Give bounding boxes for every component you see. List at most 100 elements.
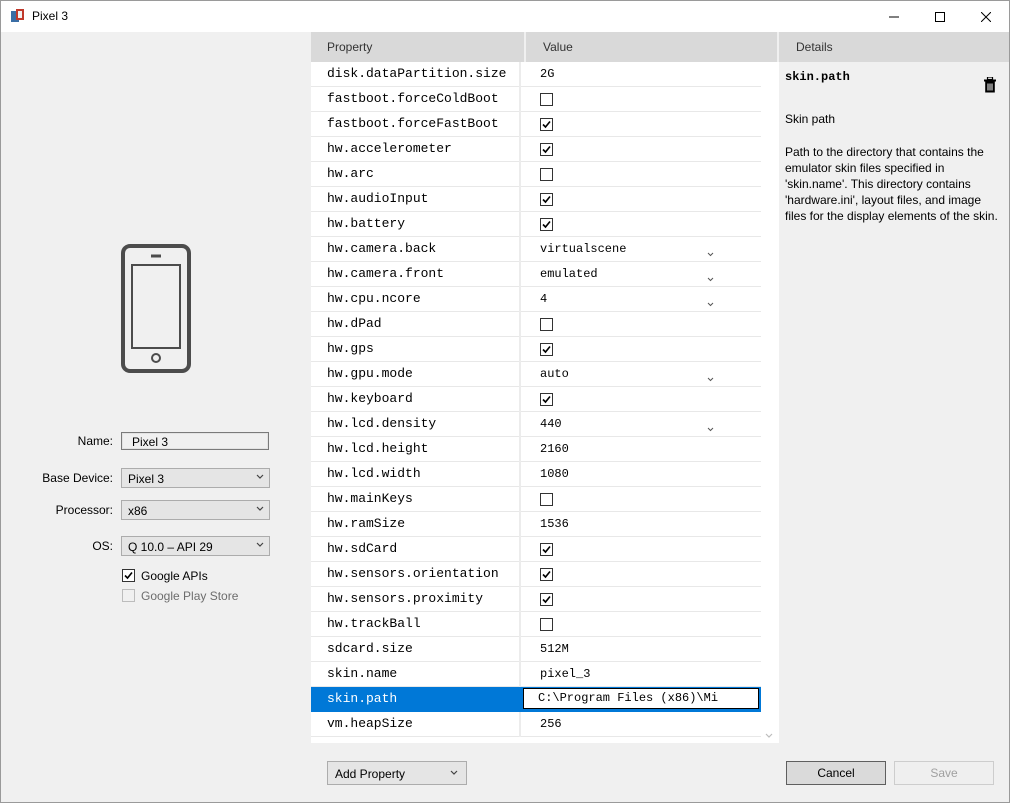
- property-name: hw.ramSize: [327, 516, 406, 531]
- property-value-select[interactable]: 4: [540, 287, 547, 311]
- processor-label: Processor:: [55, 503, 113, 517]
- app-icon: [11, 9, 25, 23]
- google-apis-checkbox[interactable]: [122, 569, 135, 582]
- name-label: Name:: [77, 434, 113, 448]
- property-value[interactable]: 512M: [540, 637, 569, 661]
- checkmark-icon: [542, 395, 551, 404]
- add-property-label: Add Property: [335, 767, 406, 781]
- property-checkbox[interactable]: [540, 93, 553, 106]
- chevron-down-icon[interactable]: [707, 371, 714, 385]
- property-row[interactable]: hw.battery: [311, 212, 761, 237]
- property-row[interactable]: vm.heapSize 256: [311, 712, 761, 737]
- close-button[interactable]: [963, 1, 1009, 32]
- property-checkbox[interactable]: [540, 618, 553, 631]
- property-checkbox[interactable]: [540, 168, 553, 181]
- property-grid: Property Value disk.dataPartition.size 2G…: [311, 32, 779, 743]
- scroll-down-icon[interactable]: [765, 733, 773, 739]
- property-value[interactable]: 2160: [540, 437, 569, 461]
- property-row[interactable]: hw.keyboard: [311, 387, 761, 412]
- details-header: Details: [779, 32, 1009, 62]
- property-row[interactable]: skin.name pixel_3: [311, 662, 761, 687]
- os-select[interactable]: Q 10.0 – API 29: [121, 536, 270, 556]
- maximize-button[interactable]: [917, 1, 963, 32]
- property-checkbox[interactable]: [540, 118, 553, 131]
- property-value-select[interactable]: virtualscene: [540, 237, 626, 261]
- property-value[interactable]: pixel_3: [540, 662, 590, 686]
- property-value[interactable]: 256: [540, 712, 562, 736]
- property-row[interactable]: skin.path C:\Program Files (x86)\Mi: [311, 687, 761, 712]
- property-name: hw.mainKeys: [327, 491, 413, 506]
- cell-divider: [519, 662, 521, 687]
- chevron-down-icon: [256, 542, 264, 547]
- column-header-property[interactable]: Property: [327, 32, 372, 62]
- grid-scrollbar[interactable]: [761, 62, 779, 743]
- cell-divider: [519, 187, 521, 212]
- property-row[interactable]: hw.sensors.orientation: [311, 562, 761, 587]
- property-name: hw.accelerometer: [327, 141, 452, 156]
- property-name: hw.camera.front: [327, 266, 445, 281]
- property-row[interactable]: hw.mainKeys: [311, 487, 761, 512]
- device-properties-window: Pixel 3 Name: Pixel 3 Base Device: Pixel…: [0, 0, 1010, 803]
- property-checkbox[interactable]: [540, 343, 553, 356]
- property-row[interactable]: hw.trackBall: [311, 612, 761, 637]
- property-row[interactable]: hw.accelerometer: [311, 137, 761, 162]
- name-field[interactable]: Pixel 3: [121, 432, 269, 450]
- base-device-select[interactable]: Pixel 3: [121, 468, 270, 488]
- property-row[interactable]: hw.gps: [311, 337, 761, 362]
- property-checkbox[interactable]: [540, 143, 553, 156]
- processor-select[interactable]: x86: [121, 500, 270, 520]
- property-row[interactable]: fastboot.forceFastBoot: [311, 112, 761, 137]
- property-checkbox[interactable]: [540, 568, 553, 581]
- property-row[interactable]: hw.arc: [311, 162, 761, 187]
- cell-divider: [519, 87, 521, 112]
- chevron-down-icon[interactable]: [707, 421, 714, 435]
- property-row[interactable]: hw.audioInput: [311, 187, 761, 212]
- chevron-down-icon: [256, 474, 264, 479]
- property-checkbox[interactable]: [540, 493, 553, 506]
- property-row[interactable]: hw.dPad: [311, 312, 761, 337]
- property-row[interactable]: hw.sensors.proximity: [311, 587, 761, 612]
- column-divider[interactable]: [524, 32, 526, 62]
- property-row[interactable]: hw.lcd.density 440: [311, 412, 761, 437]
- property-row[interactable]: disk.dataPartition.size 2G: [311, 62, 761, 87]
- cell-divider: [519, 712, 521, 737]
- property-row[interactable]: hw.camera.front emulated: [311, 262, 761, 287]
- column-header-value[interactable]: Value: [543, 32, 573, 62]
- cancel-button[interactable]: Cancel: [786, 761, 886, 785]
- property-row[interactable]: hw.ramSize 1536: [311, 512, 761, 537]
- property-row[interactable]: hw.gpu.mode auto: [311, 362, 761, 387]
- details-pane: skin.path Skin path Path to the director…: [779, 62, 1009, 743]
- save-button[interactable]: Save: [894, 761, 994, 785]
- property-row[interactable]: hw.lcd.height 2160: [311, 437, 761, 462]
- property-value[interactable]: 2G: [540, 62, 554, 86]
- property-value-select[interactable]: 440: [540, 412, 562, 436]
- property-checkbox[interactable]: [540, 218, 553, 231]
- cell-divider: [519, 287, 521, 312]
- property-row[interactable]: sdcard.size 512M: [311, 637, 761, 662]
- chevron-down-icon[interactable]: [707, 271, 714, 285]
- chevron-down-icon[interactable]: [707, 246, 714, 260]
- details-subtitle: Skin path: [785, 112, 836, 126]
- property-row[interactable]: hw.camera.back virtualscene: [311, 237, 761, 262]
- property-checkbox[interactable]: [540, 318, 553, 331]
- minimize-button[interactable]: [871, 1, 917, 32]
- trash-icon[interactable]: [984, 76, 996, 96]
- google-play-checkbox[interactable]: [122, 589, 135, 602]
- property-value-select[interactable]: emulated: [540, 262, 598, 286]
- property-checkbox[interactable]: [540, 193, 553, 206]
- property-name: skin.name: [327, 666, 398, 681]
- property-value-select[interactable]: auto: [540, 362, 569, 386]
- property-checkbox[interactable]: [540, 593, 553, 606]
- property-checkbox[interactable]: [540, 543, 553, 556]
- cell-divider: [519, 112, 521, 137]
- property-row[interactable]: hw.lcd.width 1080: [311, 462, 761, 487]
- property-value[interactable]: 1536: [540, 512, 569, 536]
- property-row[interactable]: hw.sdCard: [311, 537, 761, 562]
- property-value-editor[interactable]: C:\Program Files (x86)\Mi: [523, 688, 759, 709]
- add-property-button[interactable]: Add Property: [327, 761, 467, 785]
- property-row[interactable]: fastboot.forceColdBoot: [311, 87, 761, 112]
- chevron-down-icon[interactable]: [707, 296, 714, 310]
- property-checkbox[interactable]: [540, 393, 553, 406]
- property-value[interactable]: 1080: [540, 462, 569, 486]
- property-row[interactable]: hw.cpu.ncore 4: [311, 287, 761, 312]
